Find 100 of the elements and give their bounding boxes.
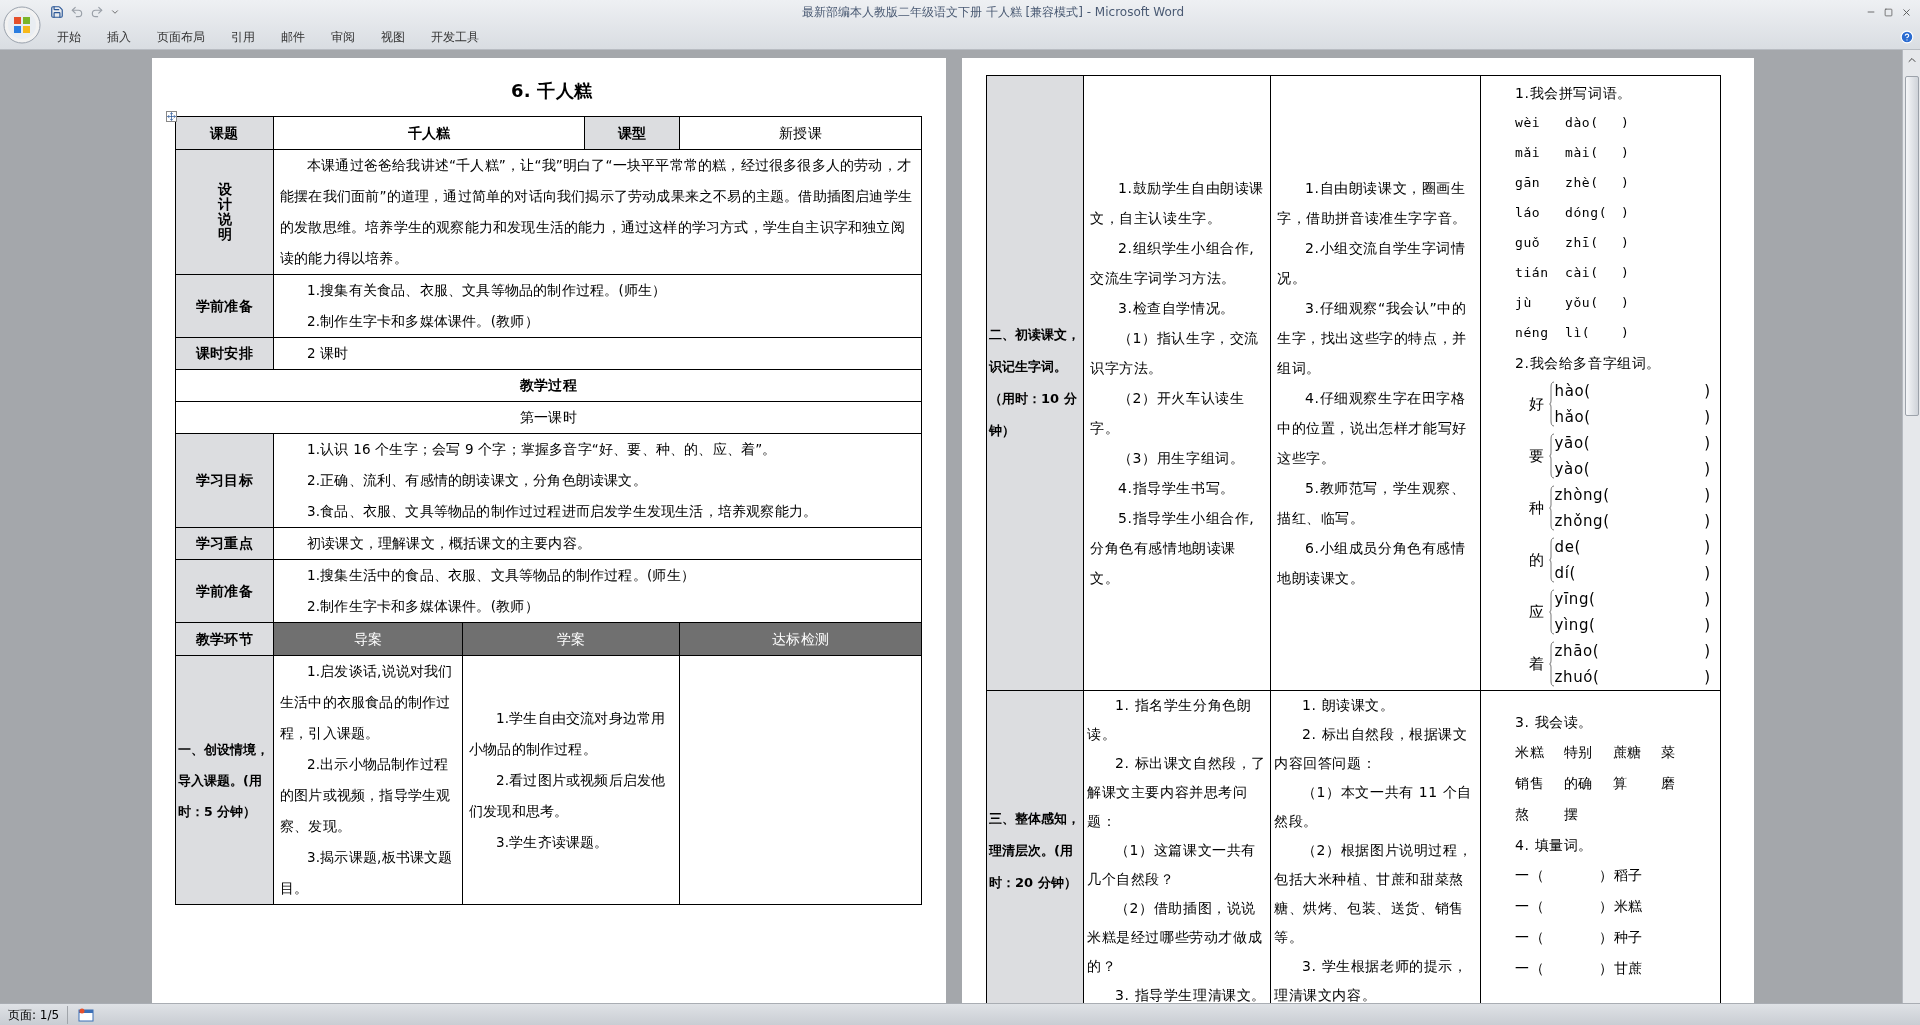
brace-icon [1548, 433, 1555, 479]
reading-word: 蔗糖 [1612, 743, 1643, 762]
answer-bracket: ) [1704, 641, 1711, 662]
row-label: 课题 [175, 116, 274, 150]
answer-bracket: ) [1704, 563, 1711, 584]
cell-paragraph: 2 课时 [306, 344, 350, 363]
ribbon-tab[interactable]: 视图 [368, 26, 418, 47]
lesson-field-value: 千人糕 [273, 116, 585, 150]
cell-paragraph: 1.搜集生活中的食品、衣服、文具等物品的制作过程。(师生） [306, 566, 696, 585]
polyphone-character: 应 [1529, 602, 1545, 623]
save-icon[interactable] [50, 5, 64, 20]
ribbon-tab[interactable]: 插入 [94, 26, 144, 47]
lesson-field-value: 新授课 [679, 116, 922, 150]
undo-icon[interactable] [70, 5, 84, 20]
cell-paragraph: 5.指导学生小组合作,分角色有感情地朗读课文。 [1089, 509, 1256, 588]
answer-bracket: ) [1704, 485, 1711, 506]
reading-word: 磨 [1661, 774, 1677, 793]
row-label: 设计说明 [175, 149, 274, 275]
fill-prefix: 一（ [1515, 866, 1546, 885]
row-label: 课时安排 [175, 337, 274, 370]
cell-paragraph: （2）借助插图，说说米糕是经过哪些劳动才做成的？ [1086, 899, 1264, 976]
pinyin-text: néng [1515, 324, 1550, 342]
row-label: 二、初读课文，识记生字词。（用时：10 分钟） [986, 75, 1084, 691]
restore-icon[interactable] [1884, 7, 1893, 17]
row-label: 学前准备 [175, 274, 274, 338]
pinyin-text: zhuó( [1554, 667, 1600, 688]
answer-bracket: ) [1621, 174, 1630, 192]
table-move-handle-icon[interactable] [166, 111, 177, 122]
cell-paragraph: 1.认识 16 个生字；会写 9 个字；掌握多音字“好、要、种、的、应、着”。 [306, 440, 778, 459]
answer-bracket: ) [1621, 264, 1630, 282]
reading-word: 特别 [1563, 743, 1594, 762]
cell-paragraph: （2）根据图片说明过程，包括大米种植、甘蔗和甜菜熬糖、烘烤、包装、送货、销售等。 [1273, 841, 1474, 947]
help-icon[interactable] [1900, 29, 1914, 44]
pinyin-text: zhī( [1565, 234, 1600, 252]
cell-paragraph: 6.小组成员分角色有感情地朗读课文。 [1276, 539, 1467, 588]
office-button-icon[interactable] [3, 5, 41, 44]
exercise-heading: 3. 我会读。 [1515, 714, 1593, 730]
column-header: 学案 [462, 622, 680, 656]
answer-bracket: ) [1704, 615, 1711, 636]
brace-icon [1548, 381, 1555, 427]
cell-paragraph: 2.制作生字卡和多媒体课件。(教师） [306, 312, 540, 331]
reading-word: 摆 [1563, 805, 1580, 824]
ribbon-tab[interactable]: 开始 [44, 26, 94, 47]
pinyin-text: hào( [1554, 381, 1591, 402]
reading-word: 算 [1612, 774, 1629, 793]
row-label: 学习重点 [175, 527, 274, 560]
pinyin-text: cài( [1565, 264, 1600, 282]
exercise-heading: 1.我会拼写词语。 [1515, 85, 1632, 101]
answer-bracket: ) [1704, 407, 1711, 428]
fill-word: ）甘蔗 [1599, 959, 1643, 978]
row-label: 学习目标 [175, 433, 274, 528]
answer-bracket: ) [1621, 294, 1630, 312]
cell-paragraph: 3.食品、衣服、文具等物品的制作过过程进而启发学生发现生活，培养观察能力。 [306, 502, 819, 521]
exercise-heading: 4. 填量词。 [1515, 837, 1593, 853]
row-label: 教学环节 [175, 622, 274, 656]
cell-paragraph: 初读课文，理解课文，概括课文的主要内容。 [306, 534, 592, 553]
pinyin-text: guǒ [1515, 234, 1542, 252]
layout-icon[interactable] [78, 1007, 95, 1022]
pinyin-text: mài( [1565, 144, 1600, 162]
pinyin-text: láo [1515, 204, 1542, 222]
cell-paragraph: 2.制作生字卡和多媒体课件。(教师） [306, 597, 540, 616]
answer-bracket: ) [1704, 381, 1711, 402]
pinyin-text: lì( [1565, 324, 1592, 342]
cell-paragraph: （1）指认生字，交流识字方法。 [1089, 329, 1260, 378]
brace-icon [1548, 537, 1555, 583]
polyphone-character: 要 [1529, 446, 1545, 467]
cell-paragraph: （1）本文一共有 11 个自然段。 [1273, 783, 1474, 831]
answer-bracket: ) [1621, 204, 1630, 222]
cell-paragraph: 3.揭示课题,板书课文题目。 [279, 848, 454, 898]
ribbon-tab[interactable]: 审阅 [318, 26, 368, 47]
answer-bracket: ) [1704, 589, 1711, 610]
answer-bracket: ) [1704, 433, 1711, 454]
answer-bracket: ) [1704, 511, 1711, 532]
pinyin-text: zhòng( [1554, 485, 1610, 506]
reading-word: 的确 [1563, 774, 1594, 793]
pinyin-text: yào( [1554, 459, 1591, 480]
cell-paragraph: 3. 学生根据老师的提示，理清课文内容。 [1273, 957, 1469, 1003]
cell-paragraph: 2.看过图片或视频后启发他们发现和思考。 [468, 770, 667, 821]
reading-word: 熬 [1515, 805, 1531, 824]
close-icon[interactable] [1901, 6, 1912, 18]
redo-icon[interactable] [90, 5, 104, 20]
answer-bracket: ) [1621, 324, 1630, 342]
cell-paragraph: 2.正确、流利、有感情的朗读课文，分角色朗读课文。 [306, 471, 648, 490]
section-heading: 教学过程 [175, 369, 922, 402]
ribbon-tab[interactable]: 引用 [218, 26, 268, 47]
cell-paragraph: （2）开火车认读生字。 [1089, 389, 1246, 438]
answer-bracket: ) [1621, 234, 1630, 252]
fill-prefix: 一（ [1515, 928, 1546, 947]
column-header: 导案 [273, 622, 463, 656]
ribbon-tab[interactable]: 邮件 [268, 26, 318, 47]
polyphone-character: 的 [1529, 550, 1545, 571]
cell-paragraph: 2. 标出课文自然段，了解课文主要内容并思考问题： [1086, 754, 1267, 831]
ribbon-tab[interactable]: 开发工具 [418, 26, 492, 47]
reading-word: 米糕 [1515, 743, 1546, 762]
brace-icon [1548, 641, 1555, 687]
cell-paragraph: 1.鼓励学生自由朗读课文，自主认读生字。 [1089, 179, 1265, 228]
pinyin-text: dào( [1565, 114, 1600, 132]
cell-paragraph: 3. 指导学生理清课文。 [1114, 986, 1267, 1003]
ribbon-tab[interactable]: 页面布局 [144, 26, 218, 47]
exercise-heading: 2.我会给多音字组词。 [1515, 355, 1661, 371]
